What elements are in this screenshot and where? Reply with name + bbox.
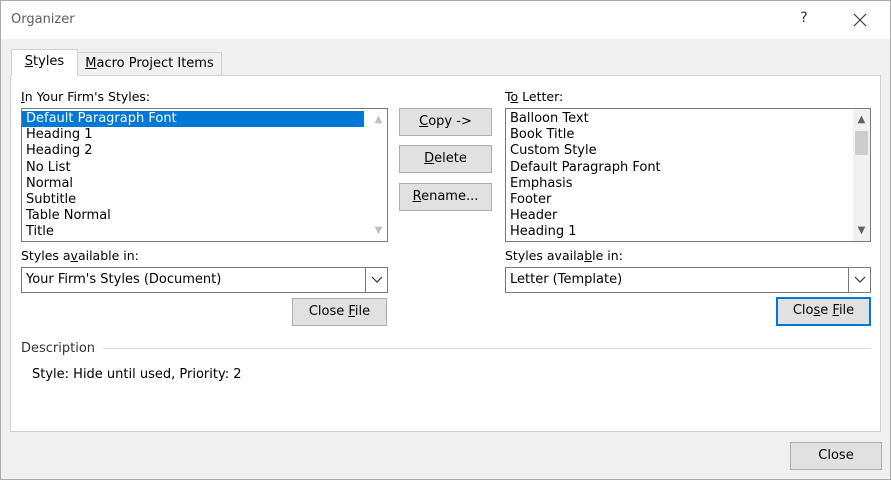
left-dropdown-button[interactable] [365, 268, 387, 292]
list-item[interactable]: Heading 2 [22, 143, 387, 159]
list-item[interactable]: Default Paragraph Font [22, 111, 364, 128]
right-available-label: Styles available in: [505, 248, 623, 263]
left-list-scrollbar[interactable]: ▲ ▼ [370, 109, 387, 241]
list-item[interactable]: Custom Style [506, 143, 870, 159]
list-item[interactable]: Normal [22, 176, 387, 192]
list-item[interactable]: Footer [506, 192, 870, 208]
list-item[interactable]: Heading 1 [22, 127, 387, 143]
left-available-label: Styles available in: [21, 248, 139, 263]
delete-label: elete [434, 151, 467, 166]
list-item[interactable]: Header [506, 208, 870, 224]
left-available-accel: v [70, 248, 78, 263]
list-item[interactable]: Balloon Text [506, 111, 870, 127]
right-list-label: To Letter: [505, 89, 563, 104]
rename-label: ename... [421, 189, 479, 204]
list-item[interactable]: Title [22, 224, 387, 240]
right-available-value: Letter (Template) [510, 272, 623, 287]
chevron-down-icon [371, 276, 383, 283]
tab-macro-label: acro Project Items [96, 56, 214, 71]
delete-button[interactable]: Delete [399, 145, 492, 173]
left-available-post: ailable in: [77, 248, 139, 263]
left-list-label: In Your Firm's Styles: [21, 89, 150, 104]
window-close-button[interactable] [847, 7, 873, 33]
right-available-accel: b [584, 248, 593, 263]
tab-macro-accel: M [85, 56, 97, 71]
list-item[interactable]: Table Normal [22, 208, 387, 224]
list-item[interactable]: Heading 1 [506, 224, 870, 240]
rename-accel: R [412, 189, 422, 204]
chevron-down-icon [854, 276, 866, 283]
list-item[interactable]: Emphasis [506, 176, 870, 192]
left-available-value: Your Firm's Styles (Document) [26, 272, 222, 287]
help-button[interactable]: ? [797, 10, 811, 28]
description-divider [103, 348, 871, 349]
tab-styles[interactable]: Styles [11, 49, 78, 76]
left-close-file-button[interactable]: Close File [292, 298, 387, 326]
scroll-up-icon[interactable]: ▲ [853, 111, 870, 128]
right-available-post: le in: [592, 248, 623, 263]
list-item[interactable]: No List [22, 160, 387, 176]
right-available-pre: Styles availa [505, 248, 585, 263]
right-close-file-mid: e [820, 303, 833, 318]
organizer-dialog: Organizer ? Styles Macro Project Items I… [0, 0, 891, 480]
tab-styles-accel: S [24, 54, 34, 69]
right-dropdown-button[interactable] [848, 268, 870, 292]
left-styles-list[interactable]: Default Paragraph Font Heading 1 Heading… [21, 108, 388, 242]
scroll-thumb[interactable] [855, 131, 868, 155]
title-bar: Organizer ? [1, 1, 890, 39]
window-title: Organizer [11, 12, 75, 27]
left-list-label-text: n Your Firm's Styles: [24, 89, 151, 104]
right-styles-list[interactable]: Balloon Text Book Title Custom Style Def… [505, 108, 871, 242]
close-button[interactable]: Close [790, 442, 882, 470]
description-heading: Description [21, 341, 96, 356]
list-item[interactable]: Book Title [506, 127, 870, 143]
right-close-file-post: ile [838, 303, 855, 318]
scroll-up-icon[interactable]: ▲ [370, 111, 387, 128]
right-close-file-button[interactable]: Close File [776, 297, 871, 326]
copy-label: opy -> [428, 114, 472, 129]
delete-accel: D [424, 151, 435, 166]
right-styles-available-select[interactable]: Letter (Template) [505, 267, 871, 293]
left-close-file-post: ile [354, 304, 371, 319]
scroll-down-icon[interactable]: ▼ [370, 222, 387, 239]
right-list-label-post: Letter: [518, 89, 564, 104]
scroll-down-icon[interactable]: ▼ [853, 222, 870, 239]
copy-button[interactable]: Copy -> [399, 108, 492, 136]
left-styles-available-select[interactable]: Your Firm's Styles (Document) [21, 267, 388, 293]
list-item[interactable]: Subtitle [22, 192, 387, 208]
left-available-pre: Styles a [21, 248, 71, 263]
list-item[interactable]: Default Paragraph Font [506, 160, 870, 176]
copy-accel: C [419, 114, 429, 129]
rename-button[interactable]: Rename... [399, 183, 492, 211]
close-icon [853, 13, 867, 27]
right-list-scrollbar[interactable]: ▲ ▼ [853, 109, 870, 241]
description-text: Style: Hide until used, Priority: 2 [32, 367, 242, 382]
left-close-file-pre: Close [308, 304, 349, 319]
tab-macro-project-items[interactable]: Macro Project Items [77, 52, 222, 76]
tab-styles-label: tyles [33, 54, 65, 69]
right-close-file-pre: Clo [792, 303, 814, 318]
